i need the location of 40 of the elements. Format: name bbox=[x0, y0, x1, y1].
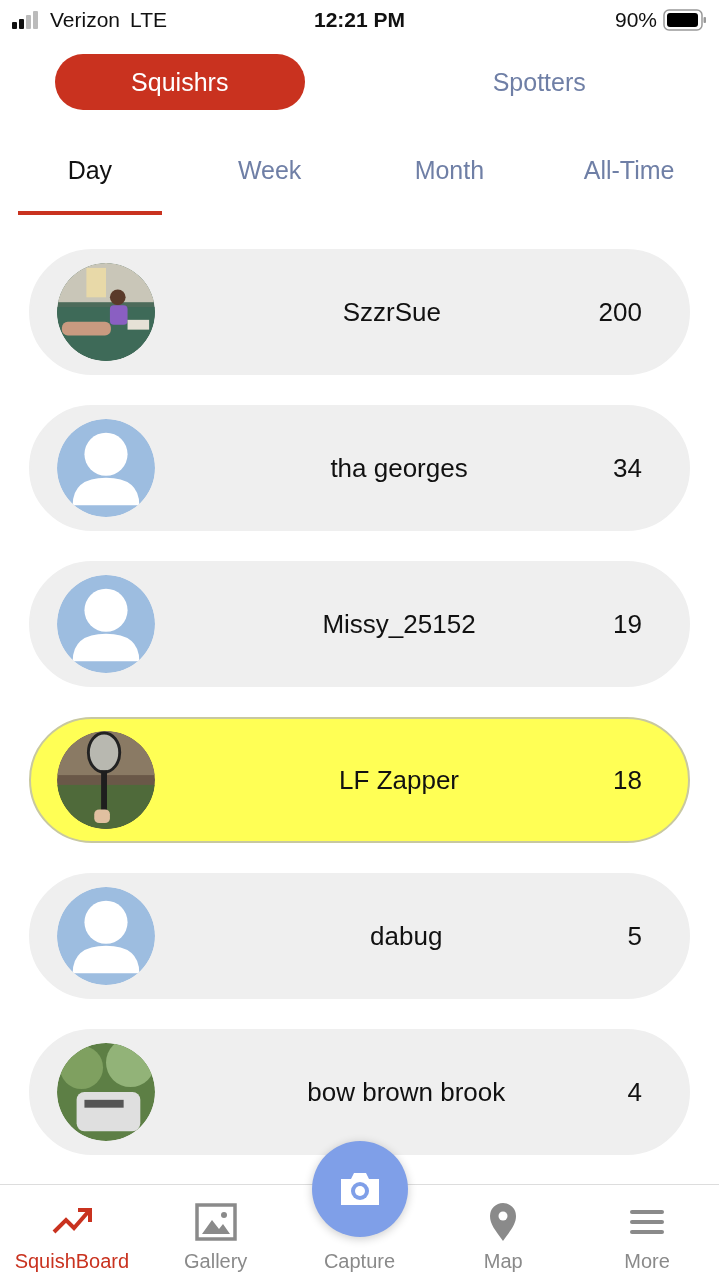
period-tab[interactable]: Week bbox=[197, 148, 342, 215]
battery-percent: 90% bbox=[614, 8, 657, 32]
camera-button[interactable] bbox=[311, 1141, 408, 1237]
player-score: 18 bbox=[613, 764, 642, 796]
segment-tab[interactable]: Spotters bbox=[414, 54, 665, 110]
nav-tab[interactable]: Map bbox=[431, 1185, 576, 1279]
nav-tab[interactable]: SquishBoard bbox=[0, 1185, 144, 1279]
player-name: LF Zapper bbox=[338, 764, 460, 796]
player-name: tha georges bbox=[329, 452, 469, 484]
leaderboard-row[interactable]: SzzrSue 200 bbox=[29, 249, 690, 375]
leaderboard-row[interactable]: bow brown brook 4 bbox=[29, 1029, 690, 1155]
player-score: 200 bbox=[598, 296, 642, 328]
period-tab[interactable]: Month bbox=[377, 148, 522, 215]
avatar-icon bbox=[57, 887, 155, 985]
player-score: 4 bbox=[627, 1076, 642, 1108]
battery-icon bbox=[663, 9, 707, 31]
leaderboard-row[interactable]: Missy_25152 19 bbox=[29, 561, 690, 687]
leaderboard-row[interactable]: LF Zapper 18 bbox=[29, 717, 690, 843]
period-tab[interactable]: All-Time bbox=[557, 148, 702, 215]
player-score: 19 bbox=[613, 608, 642, 640]
image-icon bbox=[193, 1202, 238, 1242]
nav-tab[interactable]: Gallery bbox=[143, 1185, 288, 1279]
player-name: bow brown brook bbox=[306, 1076, 507, 1108]
player-name: dabug bbox=[369, 920, 444, 952]
avatar-icon bbox=[57, 575, 155, 673]
signal-icon bbox=[12, 11, 40, 29]
nav-tab[interactable]: Capture bbox=[287, 1249, 432, 1279]
player-name: Missy_25152 bbox=[321, 608, 477, 640]
carrier-name: Verizon bbox=[50, 8, 121, 32]
avatar-icon bbox=[57, 419, 155, 517]
network-type: LTE bbox=[130, 8, 167, 32]
clock-time: 12:21 PM bbox=[313, 8, 405, 32]
leaderboard-row[interactable]: tha georges 34 bbox=[29, 405, 690, 531]
player-name: SzzrSue bbox=[341, 296, 442, 328]
player-score: 5 bbox=[627, 920, 642, 952]
player-score: 34 bbox=[613, 452, 642, 484]
segment-tab[interactable]: Squishrs bbox=[54, 54, 305, 110]
period-tab[interactable]: Day bbox=[17, 148, 162, 215]
leaderboard-row[interactable]: dabug 5 bbox=[29, 873, 690, 999]
nav-tab[interactable]: More bbox=[575, 1185, 719, 1279]
